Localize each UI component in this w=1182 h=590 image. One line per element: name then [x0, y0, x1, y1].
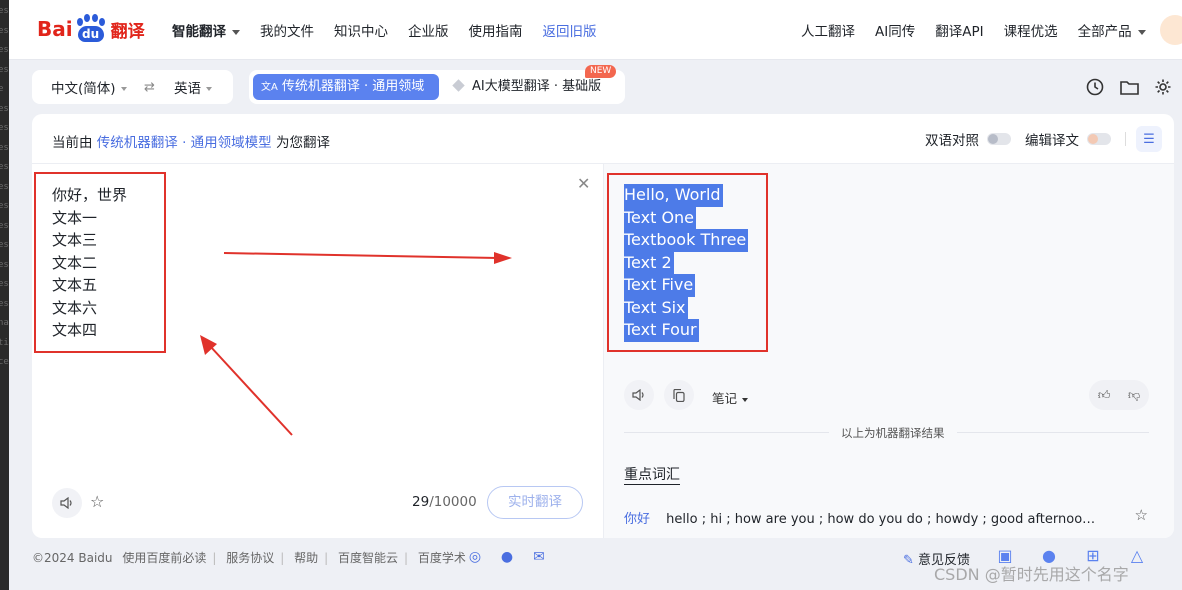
annotation-arrow-up [209, 345, 293, 436]
appstore-icon[interactable]: △ [1128, 546, 1146, 566]
annotation-arrow-right [223, 252, 499, 259]
footer-link[interactable]: 帮助 [294, 551, 318, 565]
footer-link[interactable]: 百度学术 [418, 551, 466, 565]
footer-link[interactable]: 服务协议 [226, 551, 274, 565]
page-footer: ©2024 Baidu 使用百度前必读 | 服务协议 | 帮助 | 百度智能云 | 百度… [32, 551, 466, 565]
mail-icon[interactable]: ✉ [530, 549, 548, 567]
annotation-arrows [200, 252, 512, 436]
social-links: ◎ ● ✉ [466, 549, 562, 567]
footer-link[interactable]: 使用百度前必读 [122, 551, 206, 565]
copyright: ©2024 Baidu [32, 551, 113, 565]
edit-icon: ✎ [903, 553, 919, 568]
footer-link[interactable]: 百度智能云 [338, 551, 398, 565]
weibo-icon[interactable]: ◎ [466, 549, 484, 567]
csdn-watermark: CSDN @暂时先用这个名字 [934, 565, 1129, 584]
wechat-icon[interactable]: ● [498, 549, 516, 567]
annotation-arrowhead-right [494, 252, 512, 264]
